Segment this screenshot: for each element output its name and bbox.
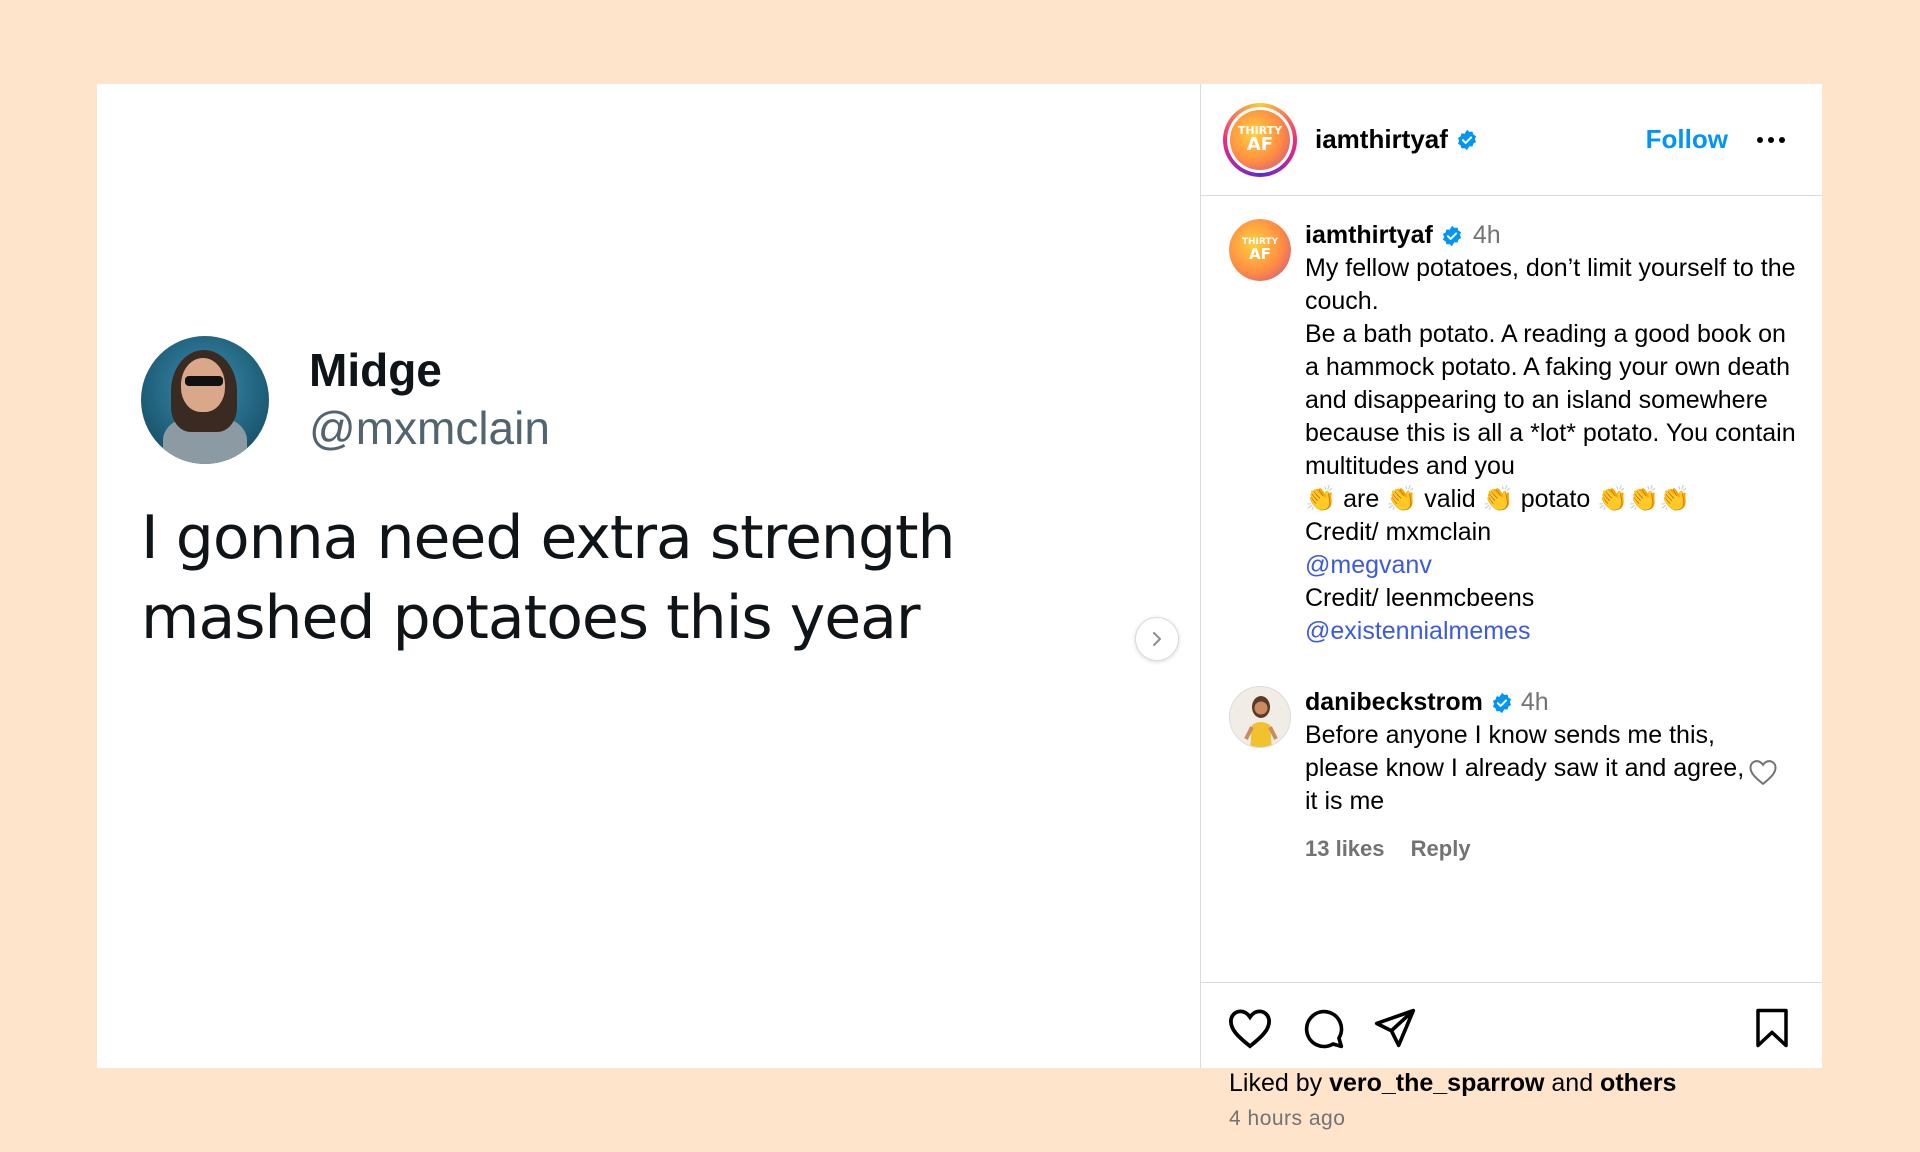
- liked-by-and: and: [1544, 1069, 1601, 1097]
- post-timestamp: 4 hours ago: [1229, 1107, 1346, 1130]
- post-header: THIRTY AF iamthirtyaf Follow: [1201, 84, 1822, 196]
- mention-link-megvanv[interactable]: @megvanv: [1305, 549, 1798, 582]
- header-username-group: iamthirtyaf: [1315, 124, 1478, 155]
- verified-badge-icon: [1492, 692, 1511, 713]
- heart-outline-icon: [1749, 760, 1777, 786]
- tweet-header: Midge @mxmclain: [141, 336, 1161, 464]
- logo-text-bottom: AF: [1246, 134, 1274, 155]
- header-username[interactable]: iamthirtyaf: [1315, 124, 1448, 155]
- thirtyaf-logo: THIRTY AF: [1230, 109, 1290, 170]
- tweet-avatar: [141, 336, 269, 464]
- clap-emoji: 👏: [1305, 485, 1337, 513]
- liked-by-user-link[interactable]: vero_the_sparrow: [1329, 1069, 1544, 1097]
- comment-button[interactable]: [1301, 1006, 1345, 1055]
- send-icon: [1374, 1008, 1416, 1047]
- mention-link-existennialmemes[interactable]: @existennialmemes: [1305, 615, 1798, 648]
- caption-word: potato: [1513, 485, 1598, 513]
- share-button[interactable]: [1373, 1007, 1417, 1054]
- post-media: Midge @mxmclain I gonna need extra stren…: [97, 84, 1201, 1068]
- clap-emoji: 👏👏👏: [1597, 485, 1691, 513]
- caption-word: are: [1336, 485, 1387, 513]
- comment-likes-count[interactable]: 13 likes: [1305, 836, 1385, 861]
- comment-username[interactable]: danibeckstrom: [1305, 686, 1483, 719]
- header-avatar[interactable]: THIRTY AF: [1223, 102, 1297, 177]
- comment-like-button[interactable]: [1748, 758, 1778, 791]
- bookmark-icon: [1756, 1008, 1788, 1047]
- tweet-handle: @mxmclain: [309, 402, 550, 454]
- comments-section[interactable]: THIRTY AF iamthirtyaf 4h My fellow potat…: [1201, 197, 1822, 982]
- commenter-avatar-image: [1244, 696, 1278, 747]
- verified-badge-icon: [1442, 225, 1461, 246]
- commenter-avatar[interactable]: [1229, 686, 1291, 748]
- tweet-name: Midge: [309, 344, 442, 396]
- caption: THIRTY AF iamthirtyaf 4h My fellow potat…: [1201, 219, 1822, 648]
- clap-emoji: 👏: [1482, 485, 1514, 513]
- comment-body: danibeckstrom 4h Before anyone I know se…: [1305, 686, 1745, 865]
- caption-credit-1: Credit/ mxmclain: [1305, 518, 1492, 546]
- caption-text: My fellow potatoes, don’t limit yourself…: [1305, 254, 1796, 480]
- thirtyaf-logo-small: THIRTY AF: [1229, 219, 1291, 281]
- follow-button[interactable]: Follow: [1646, 124, 1728, 155]
- heart-icon: [1228, 1008, 1272, 1049]
- liked-by-text: Liked by vero_the_sparrow and others: [1229, 1069, 1676, 1098]
- post-sidebar: THIRTY AF iamthirtyaf Follow THIRTY AF i…: [1201, 84, 1822, 1130]
- liked-by-others-link[interactable]: others: [1600, 1069, 1676, 1097]
- save-button[interactable]: [1754, 1007, 1790, 1054]
- caption-body: iamthirtyaf 4h My fellow potatoes, don’t…: [1305, 219, 1798, 648]
- like-button[interactable]: [1227, 1007, 1273, 1054]
- chevron-right-icon: [1153, 632, 1161, 646]
- tweet-names: Midge @mxmclain: [309, 342, 550, 458]
- comment-time: 4h: [1520, 688, 1549, 716]
- tweet-screenshot: Midge @mxmclain I gonna need extra stren…: [141, 336, 1161, 658]
- more-options-button[interactable]: [1756, 136, 1786, 144]
- caption-avatar[interactable]: THIRTY AF: [1229, 219, 1291, 281]
- comment-item: danibeckstrom 4h Before anyone I know se…: [1201, 686, 1822, 865]
- logo-text-bottom-small: AF: [1249, 245, 1271, 263]
- caption-clap-line: 👏 are 👏 valid 👏 potato 👏👏👏: [1305, 483, 1798, 516]
- caption-credit-2: Credit/ leenmcbeens: [1305, 584, 1535, 612]
- post-modal: Midge @mxmclain I gonna need extra stren…: [97, 84, 1822, 1130]
- comment-text: Before anyone I know sends me this, plea…: [1305, 721, 1745, 815]
- action-bar: [1227, 1007, 1790, 1053]
- liked-by-prefix: Liked by: [1229, 1069, 1330, 1097]
- caption-word: valid: [1417, 485, 1483, 513]
- comment-reply-button[interactable]: Reply: [1411, 836, 1471, 861]
- caption-username[interactable]: iamthirtyaf: [1305, 219, 1433, 252]
- comment-meta: 13 likes Reply: [1305, 832, 1745, 865]
- caption-time: 4h: [1472, 221, 1501, 249]
- more-icon: [1757, 136, 1785, 143]
- verified-badge-icon: [1457, 129, 1476, 150]
- post-actions-area: Liked by vero_the_sparrow and others 4 h…: [1201, 982, 1822, 1138]
- clap-emoji: 👏: [1386, 485, 1418, 513]
- comment-bubble-icon: [1304, 1009, 1344, 1048]
- next-slide-button[interactable]: [1135, 617, 1179, 661]
- tweet-text: I gonna need extra strength mashed potat…: [141, 503, 956, 653]
